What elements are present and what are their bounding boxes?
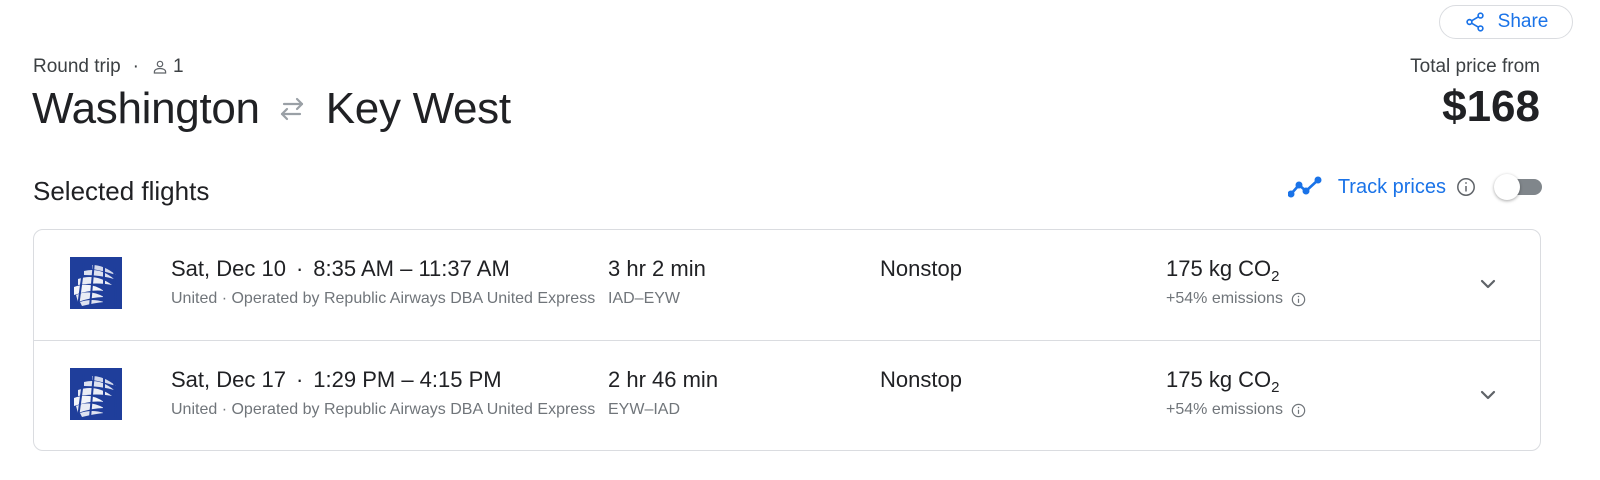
flight-airline: United · Operated by Republic Airways DB… bbox=[171, 290, 596, 307]
flight-row[interactable]: Sat, Dec 10 · 8:35 AM – 11:37 AM United · … bbox=[34, 230, 1540, 340]
route-title: Washington Key West bbox=[32, 84, 511, 134]
track-prices-toggle[interactable] bbox=[1494, 174, 1542, 200]
flight-times: 1:29 PM – 4:15 PM bbox=[313, 367, 502, 392]
co2-value: 175 kg CO bbox=[1166, 256, 1272, 281]
flight-airline: United · Operated by Republic Airways DB… bbox=[171, 401, 596, 418]
flight-date: Sat, Dec 17 bbox=[171, 367, 286, 392]
share-button[interactable]: Share bbox=[1439, 5, 1573, 39]
flight-date: Sat, Dec 10 bbox=[171, 256, 286, 281]
flight-summary-page: Share Round trip · 1 Washington Key West… bbox=[0, 0, 1600, 480]
info-icon[interactable] bbox=[1291, 292, 1306, 307]
flight-date-times: Sat, Dec 17 · 1:29 PM – 4:15 PM bbox=[171, 367, 502, 393]
flight-stops: Nonstop bbox=[880, 256, 962, 281]
date-separator: · bbox=[295, 256, 304, 281]
flight-co2: 175 kg CO2 bbox=[1166, 256, 1280, 285]
round-trip-arrows-icon bbox=[280, 97, 303, 121]
flight-co2: 175 kg CO2 bbox=[1166, 367, 1280, 396]
destination-city: Key West bbox=[325, 84, 511, 133]
info-icon[interactable] bbox=[1456, 177, 1476, 197]
passenger-count[interactable]: 1 bbox=[173, 56, 184, 78]
co2-value: 175 kg CO bbox=[1166, 367, 1272, 392]
flight-airports: IAD–EYW bbox=[608, 290, 681, 307]
chevron-down-icon[interactable] bbox=[1476, 383, 1500, 407]
person-icon bbox=[153, 60, 167, 74]
total-price-value: $168 bbox=[1442, 82, 1540, 131]
origin-city: Washington bbox=[32, 84, 260, 133]
share-icon bbox=[1465, 12, 1484, 32]
trending-icon bbox=[1287, 176, 1322, 198]
flight-duration: 3 hr 2 min bbox=[608, 256, 706, 281]
co2-subscript: 2 bbox=[1271, 268, 1280, 285]
flight-stops: Nonstop bbox=[880, 367, 962, 392]
selected-flights-list: Sat, Dec 10 · 8:35 AM – 11:37 AM United · … bbox=[33, 229, 1541, 451]
united-globe-logo bbox=[70, 257, 122, 309]
trip-meta-separator: · bbox=[132, 56, 139, 77]
flight-emissions: +54% emissions bbox=[1166, 401, 1306, 419]
toggle-knob bbox=[1494, 174, 1520, 200]
emissions-label: +54% emissions bbox=[1166, 290, 1283, 307]
flight-emissions: +54% emissions bbox=[1166, 290, 1306, 308]
info-icon[interactable] bbox=[1291, 403, 1306, 418]
trip-type[interactable]: Round trip bbox=[33, 56, 121, 78]
trip-meta: Round trip · 1 bbox=[33, 56, 184, 78]
flight-row[interactable]: Sat, Dec 17 · 1:29 PM – 4:15 PM United · O… bbox=[34, 340, 1540, 450]
date-separator: · bbox=[295, 367, 304, 392]
chevron-down-icon[interactable] bbox=[1476, 272, 1500, 296]
share-label: Share bbox=[1497, 11, 1549, 32]
flight-times: 8:35 AM – 11:37 AM bbox=[313, 256, 510, 281]
flight-airports: EYW–IAD bbox=[608, 401, 681, 418]
flight-duration: 2 hr 46 min bbox=[608, 367, 719, 392]
total-price-label: Total price from bbox=[1410, 56, 1540, 77]
united-globe-logo bbox=[70, 368, 122, 420]
selected-flights-heading: Selected flights bbox=[33, 176, 210, 206]
flight-date-times: Sat, Dec 10 · 8:35 AM – 11:37 AM bbox=[171, 256, 510, 282]
emissions-label: +54% emissions bbox=[1166, 401, 1283, 418]
track-prices-label[interactable]: Track prices bbox=[1338, 176, 1446, 199]
track-prices: Track prices bbox=[1287, 174, 1542, 200]
co2-subscript: 2 bbox=[1271, 379, 1280, 396]
